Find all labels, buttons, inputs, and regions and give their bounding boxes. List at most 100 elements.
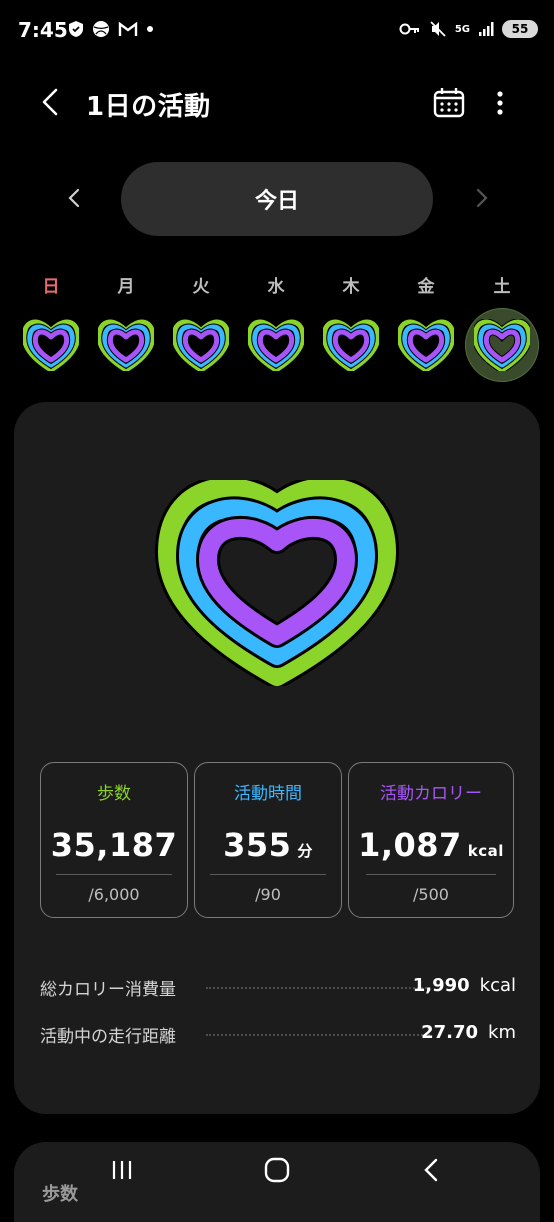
notification-icons (68, 20, 154, 38)
day-label: 水 (267, 277, 285, 297)
mini-heart-icon (23, 319, 79, 371)
key-icon (399, 23, 419, 35)
active-time-stat-card[interactable]: 活動時間 355 分 /90 (194, 762, 342, 918)
day-ring (314, 308, 388, 382)
day-item[interactable]: 日 (14, 272, 88, 382)
status-bar: 7:45 5G 55 (0, 0, 554, 64)
gmail-icon (118, 21, 138, 36)
back-nav-button[interactable] (412, 1150, 452, 1190)
active-time-value: 355 分 (195, 826, 341, 864)
steps-number: 35,187 (50, 826, 178, 864)
day-ring (164, 308, 238, 382)
more-notifications-icon (147, 26, 153, 32)
back-icon (424, 1158, 438, 1182)
previous-day-button[interactable] (60, 180, 88, 216)
mini-heart-icon (398, 319, 454, 371)
active-time-goal: /90 (255, 885, 281, 904)
total-calories-row: 総カロリー消費量 1,990 kcal (40, 975, 516, 1005)
daily-activity-card: 歩数 35,187 /6,000 活動時間 355 分 /90 活動カロリー 1,… (14, 402, 540, 1114)
active-calories-value: 1,087 kcal (349, 826, 513, 864)
day-label: 月 (117, 277, 135, 297)
day-item[interactable]: 土 (465, 272, 539, 382)
day-item[interactable]: 月 (89, 272, 163, 382)
day-label: 土 (493, 277, 511, 297)
mini-heart-icon (173, 319, 229, 371)
day-item[interactable]: 水 (239, 272, 313, 382)
divider (56, 874, 172, 875)
steps-stat-card[interactable]: 歩数 35,187 /6,000 (40, 762, 188, 918)
active-time-number: 355 (223, 826, 292, 864)
dotted-leader (206, 1034, 430, 1036)
status-time: 7:45 (18, 18, 68, 42)
mini-heart-icon (248, 319, 304, 371)
day-ring (14, 308, 88, 382)
distance-label: 活動中の走行距離 (40, 1027, 176, 1047)
activity-rings-heart (154, 475, 400, 690)
day-ring (389, 308, 463, 382)
distance-row: 活動中の走行距離 27.70 km (40, 1022, 516, 1052)
recent-apps-icon (112, 1161, 132, 1179)
day-item[interactable]: 火 (164, 272, 238, 382)
network-type: 5G (454, 23, 470, 35)
steps-value: 35,187 (41, 826, 187, 864)
more-vertical-icon (497, 91, 503, 115)
home-icon (264, 1157, 290, 1183)
next-day-button[interactable] (468, 180, 496, 216)
activity-heart-icon (155, 475, 399, 689)
day-item[interactable]: 木 (314, 272, 388, 382)
more-options-button[interactable] (490, 86, 510, 120)
mute-icon (430, 21, 446, 37)
recent-apps-button[interactable] (102, 1150, 142, 1190)
date-navigation: 今日 (0, 160, 554, 240)
back-button[interactable] (36, 86, 68, 118)
distance-value: 27.70 km (421, 1022, 516, 1043)
day-ring (465, 308, 539, 382)
distance-number: 27.70 (421, 1022, 479, 1043)
active-calories-number: 1,087 (358, 826, 462, 864)
mini-heart-icon (474, 319, 530, 371)
active-time-label: 活動時間 (234, 784, 302, 804)
steps-goal: /6,000 (88, 885, 140, 904)
calendar-icon (433, 88, 465, 118)
chevron-left-icon (68, 188, 80, 208)
steps-label: 歩数 (97, 784, 131, 804)
day-label: 木 (342, 277, 360, 297)
dotted-leader (206, 987, 430, 989)
day-label: 火 (192, 277, 210, 297)
total-calories-label: 総カロリー消費量 (40, 980, 176, 1000)
divider (366, 874, 496, 875)
mini-heart-icon (98, 319, 154, 371)
ball-icon (93, 21, 109, 37)
day-ring (89, 308, 163, 382)
active-time-unit: 分 (297, 842, 313, 860)
battery-indicator: 55 (502, 20, 538, 38)
calendar-button[interactable] (432, 86, 466, 120)
system-icons: 5G 55 (399, 20, 538, 38)
mini-heart-icon (323, 319, 379, 371)
distance-unit: km (488, 1022, 516, 1043)
chevron-left-icon (42, 88, 58, 116)
week-selector: 日月火水木金土 (0, 272, 554, 382)
current-date-label: 今日 (254, 189, 299, 214)
signal-icon (479, 22, 494, 36)
active-calories-unit: kcal (467, 842, 504, 860)
current-date-pill[interactable]: 今日 (121, 162, 433, 236)
active-calories-label: 活動カロリー (380, 784, 482, 804)
total-calories-unit: kcal (479, 975, 516, 996)
day-label: 日 (42, 277, 60, 297)
active-calories-stat-card[interactable]: 活動カロリー 1,087 kcal /500 (348, 762, 514, 918)
day-ring (239, 308, 313, 382)
system-navigation-bar (0, 1140, 554, 1200)
chevron-right-icon (476, 188, 488, 208)
active-calories-goal: /500 (413, 885, 449, 904)
shield-icon (69, 21, 83, 37)
day-item[interactable]: 金 (389, 272, 463, 382)
home-button[interactable] (257, 1150, 297, 1190)
total-calories-number: 1,990 (412, 975, 470, 996)
divider (210, 874, 326, 875)
stats-row: 歩数 35,187 /6,000 活動時間 355 分 /90 活動カロリー 1,… (40, 762, 514, 922)
page-title: 1日の活動 (86, 92, 211, 122)
app-header: 1日の活動 (0, 70, 554, 136)
total-calories-value: 1,990 kcal (413, 975, 516, 996)
day-label: 金 (417, 277, 435, 297)
